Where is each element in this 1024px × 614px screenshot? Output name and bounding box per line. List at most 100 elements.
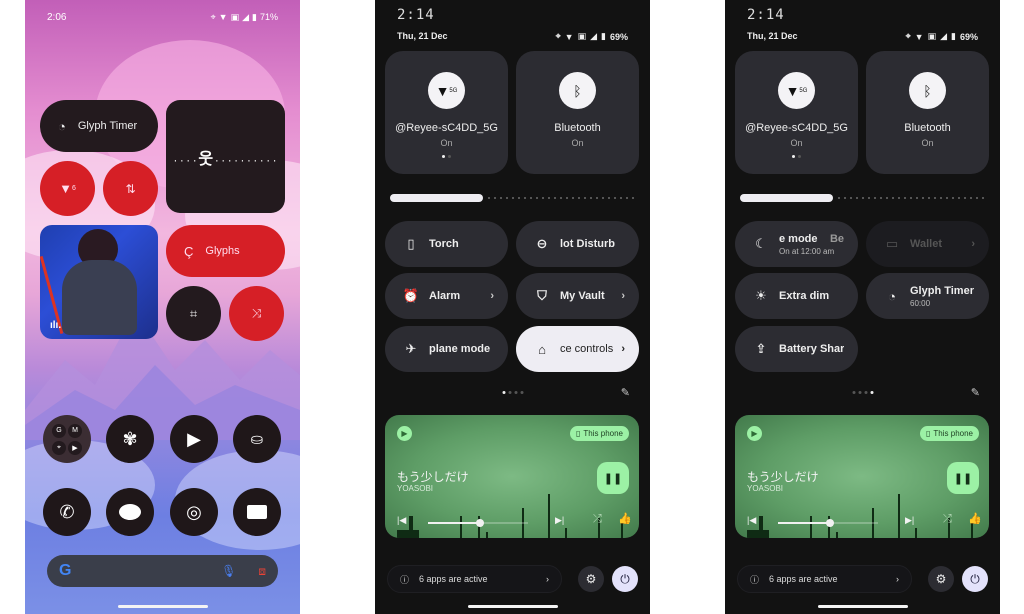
extra-dim-tile[interactable]: ☀ Extra dim [735,273,858,319]
tile-sublabel: 60:00 [910,298,931,308]
tile-label: Glyph Timer [910,284,974,297]
bluetooth-status: On [921,138,934,148]
chevron-right-icon: › [546,574,549,584]
waveform-bar [409,516,413,538]
power-button[interactable]: ⏻ [962,566,988,592]
play-store-app[interactable]: ▶ [170,415,218,463]
camera-icon [247,505,267,519]
gesture-bar[interactable] [817,605,908,608]
chevron-right-icon: › [971,238,975,250]
glyph-toggle-widget[interactable]: ⤨ [229,286,284,341]
device-controls-tile[interactable]: ⌂ ce controls › [516,326,639,372]
messages-app[interactable] [106,488,154,536]
previous-track-button[interactable]: |◀ [397,515,406,526]
seek-bar[interactable] [778,519,878,527]
gesture-bar[interactable] [117,605,208,608]
glyphs-widget[interactable]: Ç Glyphs [166,225,285,277]
wifi-toggle-widget[interactable]: ▼ 6 [40,161,95,216]
location-icon: ⌖ [555,31,561,41]
wallet-tile[interactable]: ▭ Wallet › [866,221,989,267]
battery-share-icon: ⇪ [755,341,767,356]
glyphs-label: Glyphs [205,245,240,257]
waveform-bar [486,532,488,538]
my-vault-tile[interactable]: ⛉ My Vault › [516,273,639,319]
camera-app[interactable] [233,488,281,536]
album-art-widget[interactable]: ılı. [40,225,158,339]
google-apps-folder[interactable]: G M ⌖ ▶ [43,415,91,463]
airplane-mode-tile[interactable]: ✈ plane mode [385,326,508,372]
next-track-button[interactable]: ▶| [905,515,914,526]
seek-knob[interactable] [826,519,834,527]
torch-tile[interactable]: ▯ Torch [385,221,508,267]
timer-icon: ◔ [888,288,896,304]
wifi-tile[interactable]: ▼ 5G @Reyee-sC4DD_5G On [735,51,858,174]
battery-percent: 69% [609,31,628,42]
chrome-icon: ◎ [186,501,202,522]
waveform-bar [548,494,550,538]
mobile-data-toggle-widget[interactable]: ⇅ [103,161,158,216]
bedtime-mode-tile[interactable]: ☾ e mode Be On at 12:00 am [735,221,858,267]
alarm-tile[interactable]: ⏰ Alarm › [385,273,508,319]
timer-icon: ◔ [58,118,66,134]
pause-button[interactable]: ❚❚ [597,462,629,494]
waveform-bar [810,516,812,538]
sim-icon: ▣ [577,31,587,41]
bluetooth-tile[interactable]: ᛒ Bluetooth On [866,51,989,174]
pinwheel-app[interactable]: ✾ [106,415,154,463]
qr-code-icon: ⌗ [189,305,198,321]
wifi-status: On [440,138,453,148]
play-store-icon: ▶ [187,428,201,449]
info-icon: ⓘ [750,574,760,585]
phone-app[interactable]: ✆ [43,488,91,536]
data-transfer-icon: ⇅ [125,181,136,196]
sun-icon: ☀ [755,288,767,303]
wifi-page-dots [442,155,451,158]
chrome-app[interactable]: ◎ [170,488,218,536]
pause-button[interactable]: ❚❚ [947,462,979,494]
power-button[interactable]: ⏻ [612,566,638,592]
edit-pencil-icon[interactable]: ✎ [621,386,630,399]
thumbs-up-button[interactable]: 👍 [618,512,632,525]
gesture-bar[interactable] [467,605,558,608]
settings-button[interactable]: ⚙ [578,566,604,592]
qr-scanner-widget[interactable]: ⌗ [166,286,221,341]
shuffle-button[interactable]: ⤮ [943,513,952,526]
settings-button[interactable]: ⚙ [928,566,954,592]
seek-progress [778,522,830,524]
output-switcher-button[interactable]: ▯ This phone [570,426,629,441]
google-search-bar[interactable]: G 🎙 ⧈ [47,555,278,587]
phone-icon: ▯ [576,429,581,438]
tile-label: Alarm [429,290,461,302]
bluetooth-tile[interactable]: ᛒ Bluetooth On [516,51,639,174]
thumbs-up-button[interactable]: 👍 [968,512,982,525]
seek-bar[interactable] [428,519,528,527]
pet-widget[interactable]: ····웃·········· [166,100,285,213]
battery-share-tile[interactable]: ⇪ Battery Share [735,326,858,372]
next-track-button[interactable]: ▶| [555,515,564,526]
bluetooth-status: On [571,138,584,148]
edit-pencil-icon[interactable]: ✎ [971,386,980,399]
shuffle-button[interactable]: ⤮ [593,513,602,526]
seek-knob[interactable] [476,519,484,527]
qs-page-indicator [502,391,523,394]
page-dot [864,391,867,394]
store-app[interactable]: ⛀ [233,415,281,463]
power-icon: ⏻ [970,571,980,586]
active-apps-button[interactable]: ⓘ 6 apps are active › [387,565,562,593]
glyph-timer-widget[interactable]: ◔ Glyph Timer [40,100,158,152]
lens-icon[interactable]: ⧈ [258,564,266,579]
brightness-slider[interactable] [740,194,985,202]
quick-settings-page-4: 2:14 Thu, 21 Dec ⌖ ▼ ▣ ◢ ▮ 69% ▼ 5G @Reye… [725,0,1000,614]
sim-icon: ▣ [927,31,937,41]
output-switcher-button[interactable]: ▯ This phone [920,426,979,441]
wifi-network-name: @Reyee-sC4DD_5G [745,122,848,134]
do-not-disturb-tile[interactable]: ⊖ lot Disturb [516,221,639,267]
glyph-timer-tile[interactable]: ◔ Glyph Timer 60:00 [866,273,989,319]
artist-name: YOASOBI [747,484,784,493]
active-apps-button[interactable]: ⓘ 6 apps are active › [737,565,912,593]
wifi-tile[interactable]: ▼ 5G @Reyee-sC4DD_5G On [385,51,508,174]
previous-track-button[interactable]: |◀ [747,515,756,526]
brightness-track [488,197,635,199]
brightness-slider[interactable] [390,194,635,202]
mic-icon[interactable]: 🎙 [221,564,236,579]
